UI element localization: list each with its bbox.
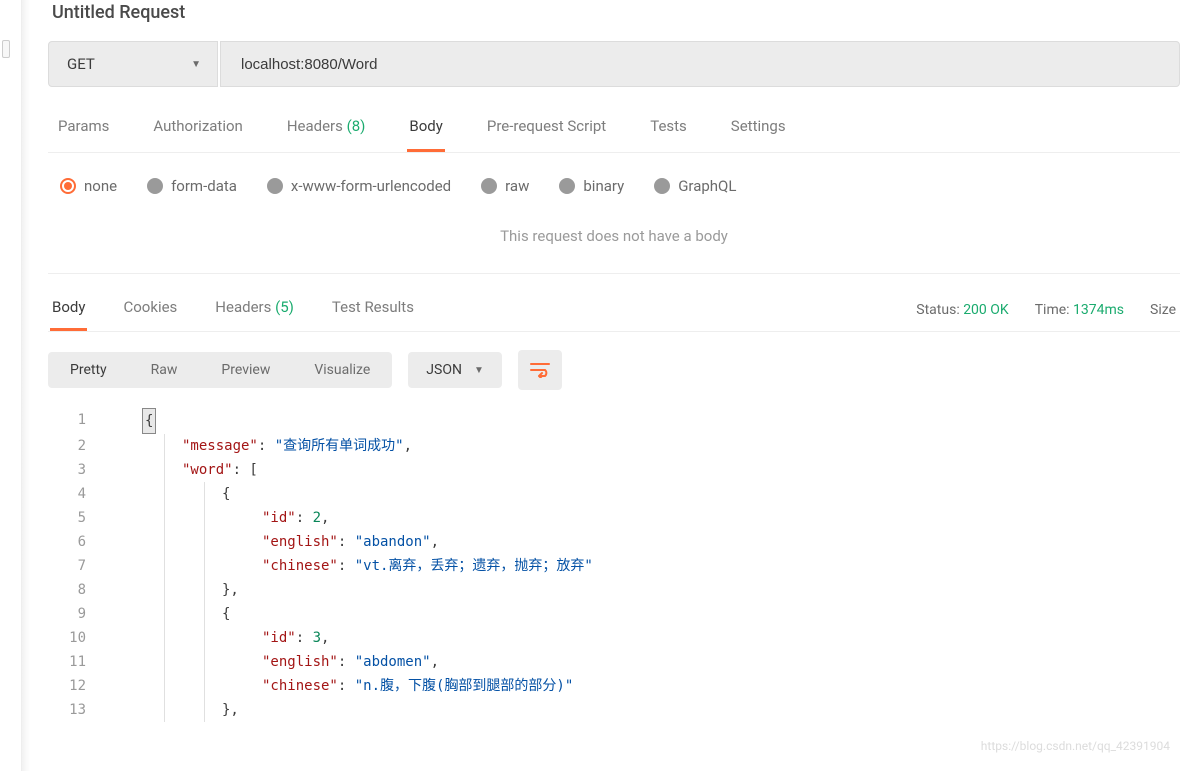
resp-tab-headers[interactable]: Headers (5): [213, 288, 296, 331]
panel-resize-handle[interactable]: [2, 40, 10, 58]
code-content: {: [104, 602, 230, 626]
tab-prerequest[interactable]: Pre-request Script: [485, 107, 608, 152]
radio-raw[interactable]: raw: [481, 177, 529, 195]
code-line: 10"id": 3,: [48, 626, 1180, 650]
code-line: 5"id": 2,: [48, 506, 1180, 530]
code-line: 6"english": "abandon",: [48, 530, 1180, 554]
resp-tab-body[interactable]: Body: [50, 288, 87, 331]
radio-icon: [147, 178, 163, 194]
code-line: 2"message": "查询所有单词成功",: [48, 434, 1180, 458]
time-value: 1374ms: [1073, 302, 1124, 318]
tab-headers-count: (8): [347, 117, 366, 135]
line-number: 10: [48, 626, 104, 650]
response-tabs: Body Cookies Headers (5) Test Results: [48, 288, 416, 331]
response-body-json[interactable]: 1{2"message": "查询所有单词成功",3"word": [4{5"i…: [48, 408, 1180, 722]
radio-icon: [559, 178, 575, 194]
code-content: "message": "查询所有单词成功",: [104, 434, 412, 458]
code-line: 13},: [48, 698, 1180, 722]
code-content: {: [104, 408, 156, 434]
code-line: 8},: [48, 578, 1180, 602]
wrap-icon: [530, 362, 550, 378]
format-select[interactable]: JSON ▼: [408, 352, 502, 388]
radio-graphql[interactable]: GraphQL: [654, 177, 736, 195]
time-block: Time: 1374ms: [1035, 302, 1124, 318]
code-line: 9{: [48, 602, 1180, 626]
code-content: "id": 2,: [104, 506, 329, 530]
http-method-select[interactable]: GET ▼: [48, 41, 218, 87]
tab-authorization[interactable]: Authorization: [151, 107, 244, 152]
view-raw[interactable]: Raw: [129, 352, 200, 388]
line-number: 11: [48, 650, 104, 674]
chevron-down-icon: ▼: [474, 365, 484, 376]
tab-body[interactable]: Body: [407, 107, 444, 152]
code-content: "chinese": "vt.离弃，丢弃；遗弃，抛弃；放弃": [104, 554, 593, 578]
code-content: "english": "abdomen",: [104, 650, 439, 674]
radio-icon: [654, 178, 670, 194]
code-content: {: [104, 482, 230, 506]
view-pretty[interactable]: Pretty: [48, 352, 129, 388]
status-value: 200 OK: [963, 302, 1009, 318]
resp-tab-tests[interactable]: Test Results: [330, 288, 416, 331]
code-content: "word": [: [104, 458, 258, 482]
view-visualize[interactable]: Visualize: [292, 352, 392, 388]
line-number: 2: [48, 434, 104, 458]
shadow: [22, 0, 30, 771]
wrap-lines-button[interactable]: [518, 350, 562, 390]
resp-tab-cookies[interactable]: Cookies: [121, 288, 179, 331]
line-number: 3: [48, 458, 104, 482]
radio-icon: [481, 178, 497, 194]
tab-params[interactable]: Params: [56, 107, 111, 152]
view-mode-tabs: Pretty Raw Preview Visualize: [48, 352, 392, 388]
watermark: https://blog.csdn.net/qq_42391904: [981, 739, 1170, 753]
code-line: 7"chinese": "vt.离弃，丢弃；遗弃，抛弃；放弃": [48, 554, 1180, 578]
tab-headers-label: Headers: [287, 117, 343, 135]
code-line: 12"chinese": "n.腹，下腹(胸部到腿部的部分)": [48, 674, 1180, 698]
radio-icon: [60, 178, 76, 194]
code-content: "id": 3,: [104, 626, 329, 650]
code-content: "chinese": "n.腹，下腹(胸部到腿部的部分)": [104, 674, 573, 698]
left-panel-edge: [0, 0, 22, 771]
line-number: 6: [48, 530, 104, 554]
body-type-radios: none form-data x-www-form-urlencoded raw…: [48, 173, 1180, 215]
code-content: "english": "abandon",: [104, 530, 439, 554]
line-number: 5: [48, 506, 104, 530]
request-title: Untitled Request: [48, 2, 1180, 23]
line-number: 8: [48, 578, 104, 602]
line-number: 1: [48, 408, 104, 434]
code-line: 3"word": [: [48, 458, 1180, 482]
line-number: 4: [48, 482, 104, 506]
tab-headers[interactable]: Headers (8): [285, 107, 368, 152]
code-content: },: [104, 698, 239, 722]
radio-urlencoded[interactable]: x-www-form-urlencoded: [267, 177, 451, 195]
view-preview[interactable]: Preview: [199, 352, 292, 388]
request-tabs: Params Authorization Headers (8) Body Pr…: [48, 107, 1180, 153]
tab-settings[interactable]: Settings: [729, 107, 788, 152]
no-body-message: This request does not have a body: [48, 215, 1180, 274]
radio-none[interactable]: none: [60, 177, 117, 195]
size-block: Size: [1150, 302, 1176, 318]
line-number: 13: [48, 698, 104, 722]
status-block: Status: 200 OK: [916, 302, 1008, 318]
line-number: 9: [48, 602, 104, 626]
tab-tests[interactable]: Tests: [648, 107, 689, 152]
code-line: 1{: [48, 408, 1180, 434]
radio-icon: [267, 178, 283, 194]
chevron-down-icon: ▼: [191, 59, 201, 70]
line-number: 7: [48, 554, 104, 578]
code-line: 4{: [48, 482, 1180, 506]
radio-form-data[interactable]: form-data: [147, 177, 237, 195]
code-content: },: [104, 578, 239, 602]
url-input[interactable]: [220, 41, 1180, 87]
line-number: 12: [48, 674, 104, 698]
code-line: 11"english": "abdomen",: [48, 650, 1180, 674]
method-label: GET: [67, 55, 95, 73]
radio-binary[interactable]: binary: [559, 177, 624, 195]
